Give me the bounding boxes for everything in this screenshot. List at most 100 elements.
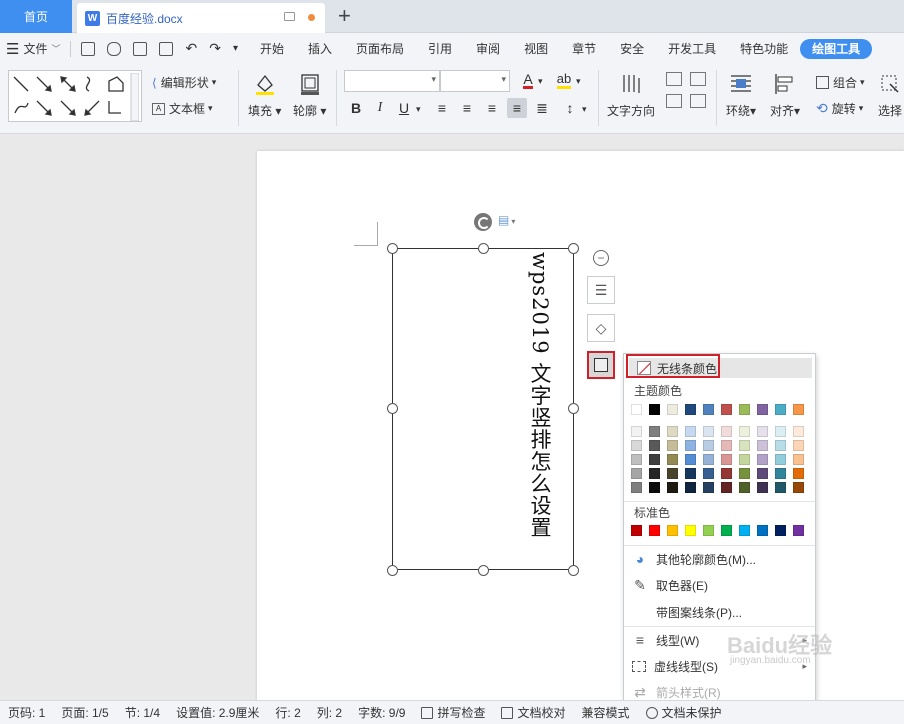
color-swatch[interactable] bbox=[631, 404, 642, 415]
color-swatch[interactable] bbox=[757, 525, 768, 536]
font-name-select[interactable] bbox=[344, 70, 440, 92]
menu-item-2[interactable]: 页面布局 bbox=[344, 40, 416, 57]
file-menu-button[interactable]: ☰ 文件 ﹀ bbox=[0, 37, 66, 61]
text-align-icon[interactable] bbox=[666, 72, 682, 86]
save-icon[interactable] bbox=[81, 41, 96, 56]
color-swatch[interactable] bbox=[793, 482, 804, 493]
menu-item-5[interactable]: 视图 bbox=[512, 40, 560, 57]
color-swatch[interactable] bbox=[757, 468, 768, 479]
color-swatch[interactable] bbox=[757, 404, 768, 415]
distribute-icon[interactable]: ≣ bbox=[532, 98, 552, 118]
color-swatch[interactable] bbox=[793, 454, 804, 465]
float-layout-button[interactable]: ☰ bbox=[587, 276, 615, 304]
align-center-icon[interactable]: ≡ bbox=[457, 98, 477, 118]
font-size-select[interactable] bbox=[440, 70, 510, 92]
menu-item-3[interactable]: 引用 bbox=[416, 40, 464, 57]
color-swatch[interactable] bbox=[685, 404, 696, 415]
more-outline-colors-item[interactable]: ◕ 其他轮廓颜色(M)... bbox=[624, 546, 815, 572]
line-spacing-icon[interactable]: ↕ bbox=[560, 98, 580, 118]
italic-button[interactable]: I bbox=[370, 98, 390, 118]
color-swatch[interactable] bbox=[667, 440, 678, 451]
color-swatch[interactable] bbox=[667, 404, 678, 415]
color-swatch[interactable] bbox=[649, 426, 660, 437]
bold-button[interactable]: B bbox=[346, 98, 366, 118]
color-swatch[interactable] bbox=[649, 454, 660, 465]
menu-item-6[interactable]: 章节 bbox=[560, 40, 608, 57]
color-swatch[interactable] bbox=[685, 525, 696, 536]
setting-value[interactable]: 设置值: 2.9厘米 bbox=[168, 704, 267, 721]
color-swatch[interactable] bbox=[739, 525, 750, 536]
chevron-down-icon[interactable]: ▾ bbox=[576, 76, 581, 87]
eyedropper-item[interactable]: ✎ 取色器(E) bbox=[624, 572, 815, 598]
color-swatch[interactable] bbox=[685, 482, 696, 493]
new-tab-button[interactable]: + bbox=[338, 4, 351, 28]
color-swatch[interactable] bbox=[793, 525, 804, 536]
align-button[interactable]: 对齐▾ bbox=[770, 72, 800, 119]
color-swatch[interactable] bbox=[739, 468, 750, 479]
menu-item-7[interactable]: 安全 bbox=[608, 40, 656, 57]
color-swatch[interactable] bbox=[775, 440, 786, 451]
text-box-button[interactable]: A 文本框 ▾ bbox=[152, 100, 213, 117]
page-count[interactable]: 页面: 1/5 bbox=[53, 704, 116, 721]
color-swatch[interactable] bbox=[739, 440, 750, 451]
color-swatch[interactable] bbox=[685, 468, 696, 479]
color-swatch[interactable] bbox=[739, 426, 750, 437]
align-left-icon[interactable]: ≡ bbox=[432, 98, 452, 118]
color-swatch[interactable] bbox=[757, 440, 768, 451]
layout-options-icon[interactable]: ▤ ▾ bbox=[498, 213, 515, 227]
highlight-button[interactable]: ab bbox=[552, 70, 576, 90]
select-button[interactable]: 选择 bbox=[878, 72, 902, 119]
rotate-handle-icon[interactable] bbox=[474, 213, 492, 231]
color-swatch[interactable] bbox=[793, 468, 804, 479]
edit-shape-button[interactable]: ⟨ 编辑形状 ▾ bbox=[152, 74, 216, 91]
color-swatch[interactable] bbox=[649, 440, 660, 451]
chevron-down-icon[interactable]: ▾ bbox=[582, 104, 587, 115]
color-swatch[interactable] bbox=[631, 426, 642, 437]
resize-handle[interactable] bbox=[387, 403, 398, 414]
menu-item-1[interactable]: 插入 bbox=[296, 40, 344, 57]
print-icon[interactable] bbox=[133, 41, 148, 56]
section-count[interactable]: 节: 1/4 bbox=[117, 704, 168, 721]
color-swatch[interactable] bbox=[721, 404, 732, 415]
color-swatch[interactable] bbox=[703, 468, 714, 479]
color-swatch[interactable] bbox=[703, 440, 714, 451]
color-swatch[interactable] bbox=[757, 454, 768, 465]
export-icon[interactable] bbox=[107, 41, 122, 56]
color-swatch[interactable] bbox=[649, 482, 660, 493]
text-align-icon[interactable] bbox=[690, 72, 706, 86]
color-swatch[interactable] bbox=[703, 482, 714, 493]
undo-icon[interactable]: ↶ bbox=[185, 40, 197, 57]
color-swatch[interactable] bbox=[721, 440, 732, 451]
color-swatch[interactable] bbox=[667, 454, 678, 465]
color-swatch[interactable] bbox=[775, 525, 786, 536]
color-swatch[interactable] bbox=[721, 454, 732, 465]
resize-handle[interactable] bbox=[478, 243, 489, 254]
menu-item-9[interactable]: 特色功能 bbox=[728, 40, 800, 57]
color-swatch[interactable] bbox=[703, 525, 714, 536]
customize-icon[interactable]: ▾ bbox=[233, 43, 238, 54]
resize-handle[interactable] bbox=[568, 403, 579, 414]
color-swatch[interactable] bbox=[775, 482, 786, 493]
monitor-icon[interactable] bbox=[284, 12, 295, 21]
tab-drawing-tools[interactable]: 绘图工具 bbox=[800, 38, 873, 59]
rotate-button[interactable]: ⟲ 旋转 ▾ bbox=[816, 100, 863, 117]
vertical-text-content[interactable]: wps2019 文字竖排怎么设置 bbox=[525, 252, 555, 538]
chevron-down-icon[interactable]: ▾ bbox=[538, 76, 543, 87]
protect-button[interactable]: 文档未保护 bbox=[638, 704, 730, 721]
wrap-button[interactable]: 环绕▾ bbox=[726, 72, 756, 119]
color-swatch[interactable] bbox=[631, 525, 642, 536]
color-swatch[interactable] bbox=[757, 426, 768, 437]
text-align-icon[interactable] bbox=[666, 94, 682, 108]
color-swatch[interactable] bbox=[667, 482, 678, 493]
page-code[interactable]: 页码: 1 bbox=[0, 704, 53, 721]
text-align-icon[interactable] bbox=[690, 94, 706, 108]
color-swatch[interactable] bbox=[721, 525, 732, 536]
color-swatch[interactable] bbox=[775, 426, 786, 437]
color-swatch[interactable] bbox=[703, 426, 714, 437]
color-swatch[interactable] bbox=[685, 426, 696, 437]
color-swatch[interactable] bbox=[667, 426, 678, 437]
spell-check-button[interactable]: 拼写检查 bbox=[413, 704, 493, 721]
color-swatch[interactable] bbox=[685, 454, 696, 465]
color-swatch[interactable] bbox=[721, 482, 732, 493]
color-swatch[interactable] bbox=[703, 404, 714, 415]
